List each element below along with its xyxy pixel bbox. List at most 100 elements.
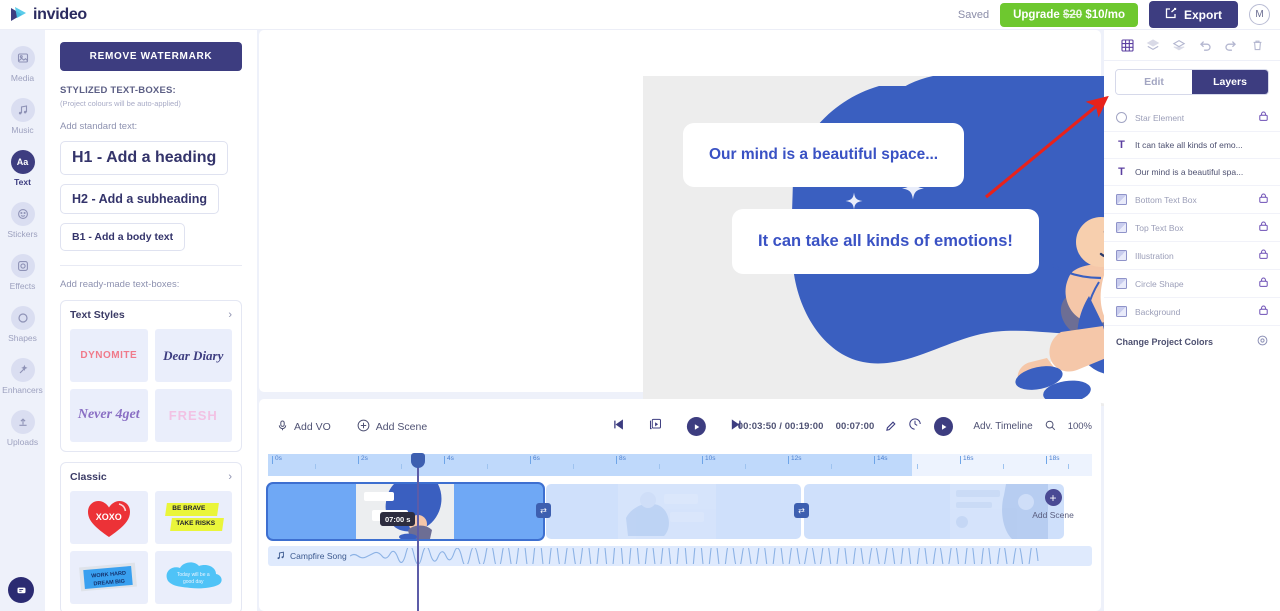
text-style-thumb[interactable]: FRESH	[154, 389, 232, 442]
audio-waveform	[350, 548, 1039, 564]
lock-icon[interactable]	[1259, 277, 1268, 290]
group-header[interactable]: Classic ›	[70, 471, 232, 483]
top-bar-actions: Saved Upgrade $20 $10/mo Export M	[958, 1, 1280, 28]
thumb-label-line2: TAKE RISKS	[176, 519, 216, 527]
sidebar-item-shapes[interactable]: Shapes	[0, 298, 45, 350]
undo-icon[interactable]	[1192, 38, 1218, 52]
text-bubble-bottom[interactable]: It can take all kinds of emotions!	[732, 209, 1039, 275]
add-scene-button[interactable]: Add Scene	[357, 419, 427, 435]
sidebar-item-stickers[interactable]: Stickers	[0, 194, 45, 246]
sidebar-item-label: Music	[11, 124, 34, 135]
pencil-icon[interactable]	[886, 418, 896, 436]
magnifier-icon[interactable]	[1045, 418, 1056, 436]
image-layer-icon	[1116, 306, 1127, 317]
send-backward-icon[interactable]	[1166, 38, 1192, 52]
highlight-shape: BE BRAVE TAKE RISKS	[162, 502, 225, 534]
banner-shape: WORK HARD DREAM BIG	[78, 561, 140, 595]
skip-start-icon[interactable]	[612, 418, 625, 436]
add-heading-button[interactable]: H1 - Add a heading	[60, 141, 229, 175]
sidebar-item-text[interactable]: Aa Text	[0, 142, 45, 194]
transition-handle[interactable]: ⇄	[794, 503, 809, 518]
chat-bubble-icon[interactable]	[8, 577, 34, 603]
lock-icon[interactable]	[1259, 193, 1268, 206]
lock-icon[interactable]	[1259, 249, 1268, 262]
layer-row-star-element[interactable]: Star Element	[1104, 104, 1280, 132]
layer-row-bottom-text-box[interactable]: Bottom Text Box	[1104, 186, 1280, 214]
upgrade-button[interactable]: Upgrade $20 $10/mo	[1000, 2, 1138, 27]
app-logo[interactable]: invideo	[0, 5, 87, 24]
playhead[interactable]	[411, 453, 425, 611]
timeline-ruler[interactable]: 0s 2s 4s 6s 8s 10s 12s 14s 16s 18s	[268, 454, 1092, 476]
group-title: Classic	[70, 471, 107, 483]
lock-icon[interactable]	[1259, 305, 1268, 318]
layer-row-text-ourmind[interactable]: T Our mind is a beautiful spa...	[1104, 159, 1280, 186]
sidebar-item-label: Effects	[9, 280, 36, 291]
chevron-right-icon[interactable]: ›	[228, 471, 232, 483]
add-vo-button[interactable]: Add VO	[277, 420, 331, 434]
current-time-readout: 00:03:50 / 00:19:00	[737, 421, 824, 432]
clip-scene-1[interactable]: 07:00 s	[268, 484, 543, 539]
text-style-thumb[interactable]: Dear Diary	[154, 329, 232, 382]
lock-icon[interactable]	[1259, 221, 1268, 234]
text-style-thumb[interactable]: Today will be a good day	[154, 551, 232, 604]
right-panel: Edit Layers Star Element T It can take a…	[1104, 30, 1280, 611]
clip-scene-2[interactable]	[546, 484, 801, 539]
remove-watermark-button[interactable]: REMOVE WATERMARK	[60, 42, 242, 71]
trash-icon[interactable]	[1244, 39, 1270, 52]
chevron-right-icon[interactable]: ›	[228, 309, 232, 321]
timeline-panel: Add VO Add Scene 00:03:50 / 00:19:00 00:…	[259, 399, 1101, 611]
thumb-label: Today will be a good day	[176, 571, 210, 585]
add-scene-timeline-button[interactable]: + Add Scene	[1022, 489, 1084, 520]
text-style-thumb[interactable]: BE BRAVE TAKE RISKS	[154, 491, 232, 544]
tab-edit[interactable]: Edit	[1116, 70, 1192, 94]
zoom-level: 100%	[1067, 421, 1092, 432]
change-project-colors-button[interactable]: Change Project Colors	[1104, 326, 1280, 357]
sidebar-item-music[interactable]: Music	[0, 90, 45, 142]
ruler-tick-label: 0s	[275, 455, 282, 462]
bring-forward-icon[interactable]	[1140, 38, 1166, 52]
text-style-thumb[interactable]: XOXO	[70, 491, 148, 544]
timeline-clips: 07:00 s ⇄ ⇄ + Add Scene	[268, 484, 1092, 539]
audio-track[interactable]: Campfire Song	[268, 546, 1092, 566]
export-button[interactable]: Export	[1148, 1, 1238, 28]
layer-row-top-text-box[interactable]: Top Text Box	[1104, 214, 1280, 242]
layer-row-circle-shape[interactable]: Circle Shape	[1104, 270, 1280, 298]
tab-layers[interactable]: Layers	[1192, 70, 1268, 94]
transition-handle[interactable]: ⇄	[536, 503, 551, 518]
text-style-thumb[interactable]: DYNOMITE	[70, 329, 148, 382]
add-body-text-button[interactable]: B1 - Add a body text	[60, 223, 186, 251]
text-style-thumb[interactable]: Never 4get	[70, 389, 148, 442]
adv-timeline-button[interactable]: Adv. Timeline	[973, 421, 1032, 432]
play-icon[interactable]	[686, 417, 706, 436]
lock-icon[interactable]	[1259, 111, 1268, 124]
image-icon	[10, 45, 35, 70]
group-header[interactable]: Text Styles ›	[70, 309, 232, 321]
sidebar-item-uploads[interactable]: Uploads	[0, 402, 45, 454]
playhead-knob[interactable]	[411, 453, 425, 468]
plus-circle-icon	[357, 419, 370, 435]
layer-row-background[interactable]: Background	[1104, 298, 1280, 326]
preview-play-icon[interactable]	[934, 417, 954, 436]
sidebar-item-enhancers[interactable]: Enhancers	[0, 350, 45, 402]
grid-icon[interactable]	[1114, 38, 1140, 52]
audio-track-name: Campfire Song	[290, 551, 347, 561]
layer-row-illustration[interactable]: Illustration	[1104, 242, 1280, 270]
text-panel: REMOVE WATERMARK STYLIZED TEXT-BOXES: (P…	[45, 30, 257, 611]
clip-duration-badge: 07:00 s	[380, 512, 416, 526]
image-layer-icon	[1116, 250, 1127, 261]
add-subheading-button[interactable]: H2 - Add a subheading	[60, 184, 219, 214]
skip-end-icon[interactable]	[730, 418, 743, 436]
layer-row-text-emotions[interactable]: T It can take all kinds of emo...	[1104, 132, 1280, 159]
clock-icon[interactable]	[908, 417, 922, 436]
avatar[interactable]: M	[1249, 4, 1270, 25]
redo-icon[interactable]	[1218, 38, 1244, 52]
transport-controls	[612, 417, 743, 436]
sidebar-item-media[interactable]: Media	[0, 38, 45, 90]
text-style-thumb[interactable]: WORK HARD DREAM BIG	[70, 551, 148, 604]
text-bubble-top[interactable]: Our mind is a beautiful space...	[683, 123, 965, 187]
invideo-editor: invideo Saved Upgrade $20 $10/mo Export …	[0, 0, 1280, 611]
upgrade-new-price: $10/mo	[1085, 8, 1125, 21]
sidebar-item-effects[interactable]: Effects	[0, 246, 45, 298]
saved-status: Saved	[957, 8, 990, 21]
duplicate-scene-icon[interactable]	[649, 417, 663, 436]
